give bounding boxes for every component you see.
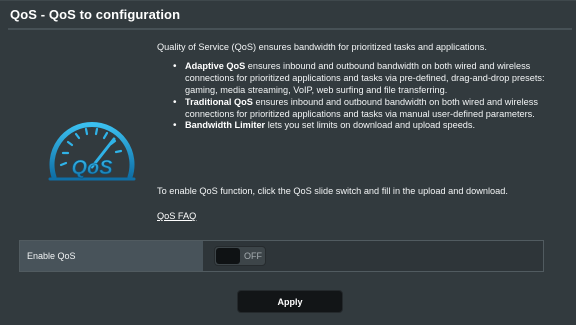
enable-qos-row: Enable QoS OFF	[19, 240, 544, 272]
enable-qos-toggle[interactable]: OFF	[214, 246, 266, 266]
header-divider	[8, 28, 572, 30]
intro-text: Quality of Service (QoS) ensures bandwid…	[157, 42, 487, 52]
bullet-title: Bandwidth Limiter	[185, 120, 266, 131]
toggle-knob	[216, 248, 240, 264]
apply-button[interactable]: Apply	[237, 290, 343, 313]
bullet-title: Traditional QoS	[185, 96, 253, 107]
qos-page: QoS - QoS to configuration QoS Quality o…	[0, 0, 576, 325]
qos-description: Quality of Service (QoS) ensures bandwid…	[157, 42, 567, 132]
enable-instructions: To enable QoS function, click the QoS sl…	[157, 186, 508, 196]
list-item: Bandwidth Limiter lets you set limits on…	[173, 120, 567, 132]
qos-gauge-icon: QoS	[42, 115, 142, 185]
bullet-title: Adaptive QoS	[185, 60, 246, 71]
bullet-text: lets you set limits on download and uplo…	[265, 120, 476, 131]
label-cell: Enable QoS	[20, 241, 203, 271]
logo-text: QoS	[71, 157, 113, 179]
enable-qos-label: Enable QoS	[27, 251, 76, 261]
qos-types-list: Adaptive QoS ensures inbound and outboun…	[157, 61, 567, 132]
page-title: QoS - QoS to configuration	[10, 7, 181, 22]
list-item: Adaptive QoS ensures inbound and outboun…	[173, 61, 567, 97]
toggle-state-text: OFF	[244, 251, 262, 261]
qos-faq-link[interactable]: QoS FAQ	[157, 211, 196, 221]
list-item: Traditional QoS ensures inbound and outb…	[173, 97, 567, 121]
